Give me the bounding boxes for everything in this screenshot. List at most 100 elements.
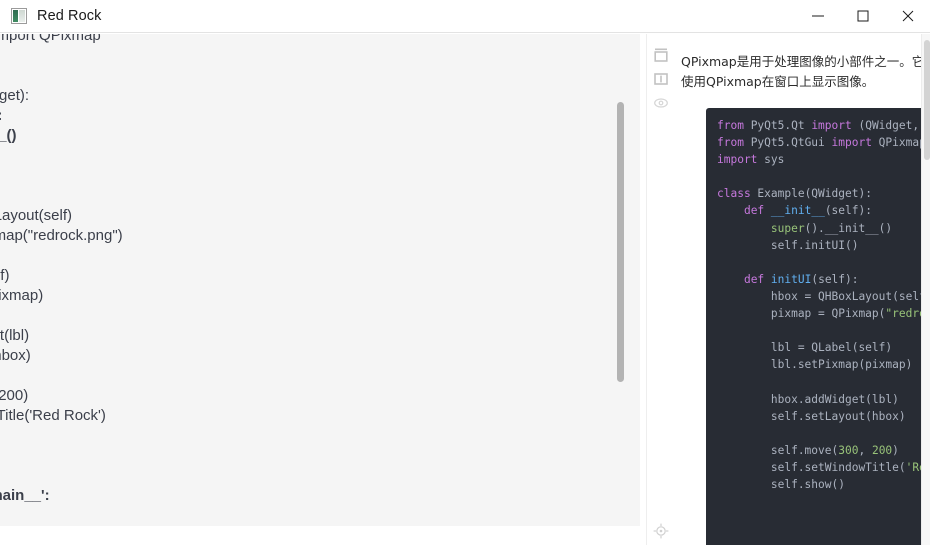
code-token: import [831,136,872,150]
code-token: super [770,221,805,235]
preview-code-line: pixmap = QPixmap("redrock.png") [0,227,123,244]
code-token: hbox.addWidget(lbl) [717,392,899,406]
code-line: def __init__(self): [717,202,930,219]
code-token: def [743,272,765,286]
minimize-button[interactable] [795,0,840,33]
code-token: sys [757,153,785,167]
preview-code-line: super().__init__() [0,127,17,144]
code-token: Example(QWidget): [750,187,872,201]
right-vertical-scrollbar[interactable] [924,40,930,160]
code-token: (self): [824,204,872,218]
code-line: def initUI(self): [717,271,930,288]
code-token: 200 [871,443,893,457]
code-token: lbl = QLabel(self) [717,341,893,355]
code-token: (QWidget, Q [851,119,930,132]
window-title: Red Rock [37,8,102,24]
editor-tool-rail [647,34,675,545]
code-line: self.initUI() [717,237,930,254]
syntax-highlighted-code-block: from PyQt5.Qt import (QWidget, Qfrom PyQ… [706,108,930,545]
description-paragraph: QPixmap是用于处理图像的小部件之一。它 使用QPixmap在窗口上显示图像… [681,52,930,92]
code-token: QPixmap [871,136,926,150]
code-line: self.show() [717,476,930,493]
code-token: PyQt5.Qt [743,119,812,132]
code-token: self.setLayout(hbox) [717,409,906,423]
code-line: lbl = QLabel(self) [717,339,930,356]
preview-code-line: om PyQt5.QtGui import QPixmap [0,34,101,44]
code-token: 300 [838,443,859,457]
preview-code-line: self.setLayout(hbox) [0,347,31,364]
code-line: from PyQt5.QtGui import QPixmap [717,134,930,151]
preview-code-line: port sys [0,46,640,66]
code-token: (self): [811,272,859,286]
preview-code-line: self.initUI() [0,146,640,166]
code-line: hbox.addWidget(lbl) [717,391,930,408]
editor-pane: QPixmap是用于处理图像的小部件之一。它 使用QPixmap在窗口上显示图像… [646,34,930,545]
eye-preview-icon[interactable] [652,94,670,112]
preview-code-line: self.setWindowTitle('Red Rock') [0,407,106,424]
preview-code-line: self.show() [0,426,640,446]
preview-code-line: def __init__(self): [0,106,640,126]
preview-code-line: _name__ == '__main__': [0,487,50,504]
preview-code-line: lbl = QLabel(self) [0,267,10,284]
code-token: self.move( [717,443,839,457]
code-token: from [717,136,744,150]
preview-code-line: hbox = QHBoxLayout(self) [0,207,73,224]
preview-code-line: self.move(300, 200) [0,387,29,404]
description-line-2: 使用QPixmap在窗口上显示图像。 [681,74,875,89]
crosshair-sync-icon[interactable] [652,522,670,540]
preview-code-line: def initUI(self): [0,186,640,206]
preview-code-line [0,466,640,486]
close-icon [902,10,913,22]
code-token: from [717,119,744,132]
code-token: ) [892,443,899,457]
code-line: lbl.setPixmap(pixmap) [717,356,930,373]
preview-code-line [0,166,640,186]
code-token: hbox = QHBoxLayout(self) [717,289,930,303]
title-bar: Red Rock [0,0,930,33]
preview-code-line: ss Example(QWidget): [0,87,30,104]
code-line: from PyQt5.Qt import (QWidget, Q [717,117,930,134]
preview-code-line [0,66,640,86]
code-token: pixmap = QPixmap( [717,307,886,321]
code-token: def [743,204,765,218]
close-button[interactable] [885,0,930,33]
code-line: hbox = QHBoxLayout(self) [717,288,930,305]
editor-document[interactable]: QPixmap是用于处理图像的小部件之一。它 使用QPixmap在窗口上显示图像… [675,34,930,545]
window-controls [795,0,930,33]
markdown-preview-pane[interactable]: om PyQt5.QtGui import QPixmap port sys ss… [0,34,646,545]
maximize-button[interactable] [840,0,885,33]
application-window: Red Rock om PyQt5.QtGui import [0,0,930,545]
code-token: import [717,153,758,167]
maximize-icon [857,10,868,22]
code-line: self.move(300, 200) [717,442,930,459]
preview-code-line [0,366,640,386]
preview-code-line [0,306,640,326]
preview-code-line: lbl.setPixmap(pixmap) [0,287,44,304]
code-token: ().__init__() [804,221,893,235]
layout-split-icon[interactable] [652,70,670,88]
code-token: PyQt5.QtGui [743,136,832,150]
code-line: self.setLayout(hbox) [717,408,930,425]
code-token: __init__ [770,204,825,218]
preview-code-line [0,246,640,266]
right-scrollbar-track [921,34,930,545]
code-line: super().__init__() [717,220,930,237]
layout-single-icon[interactable] [652,46,670,64]
code-token: , [858,443,872,457]
code-token: lbl.setPixmap(pixmap) [717,358,913,372]
preview-code-block: om PyQt5.QtGui import QPixmap port sys ss… [0,34,640,526]
minimize-icon [811,15,824,17]
code-line: class Example(QWidget): [717,185,930,202]
